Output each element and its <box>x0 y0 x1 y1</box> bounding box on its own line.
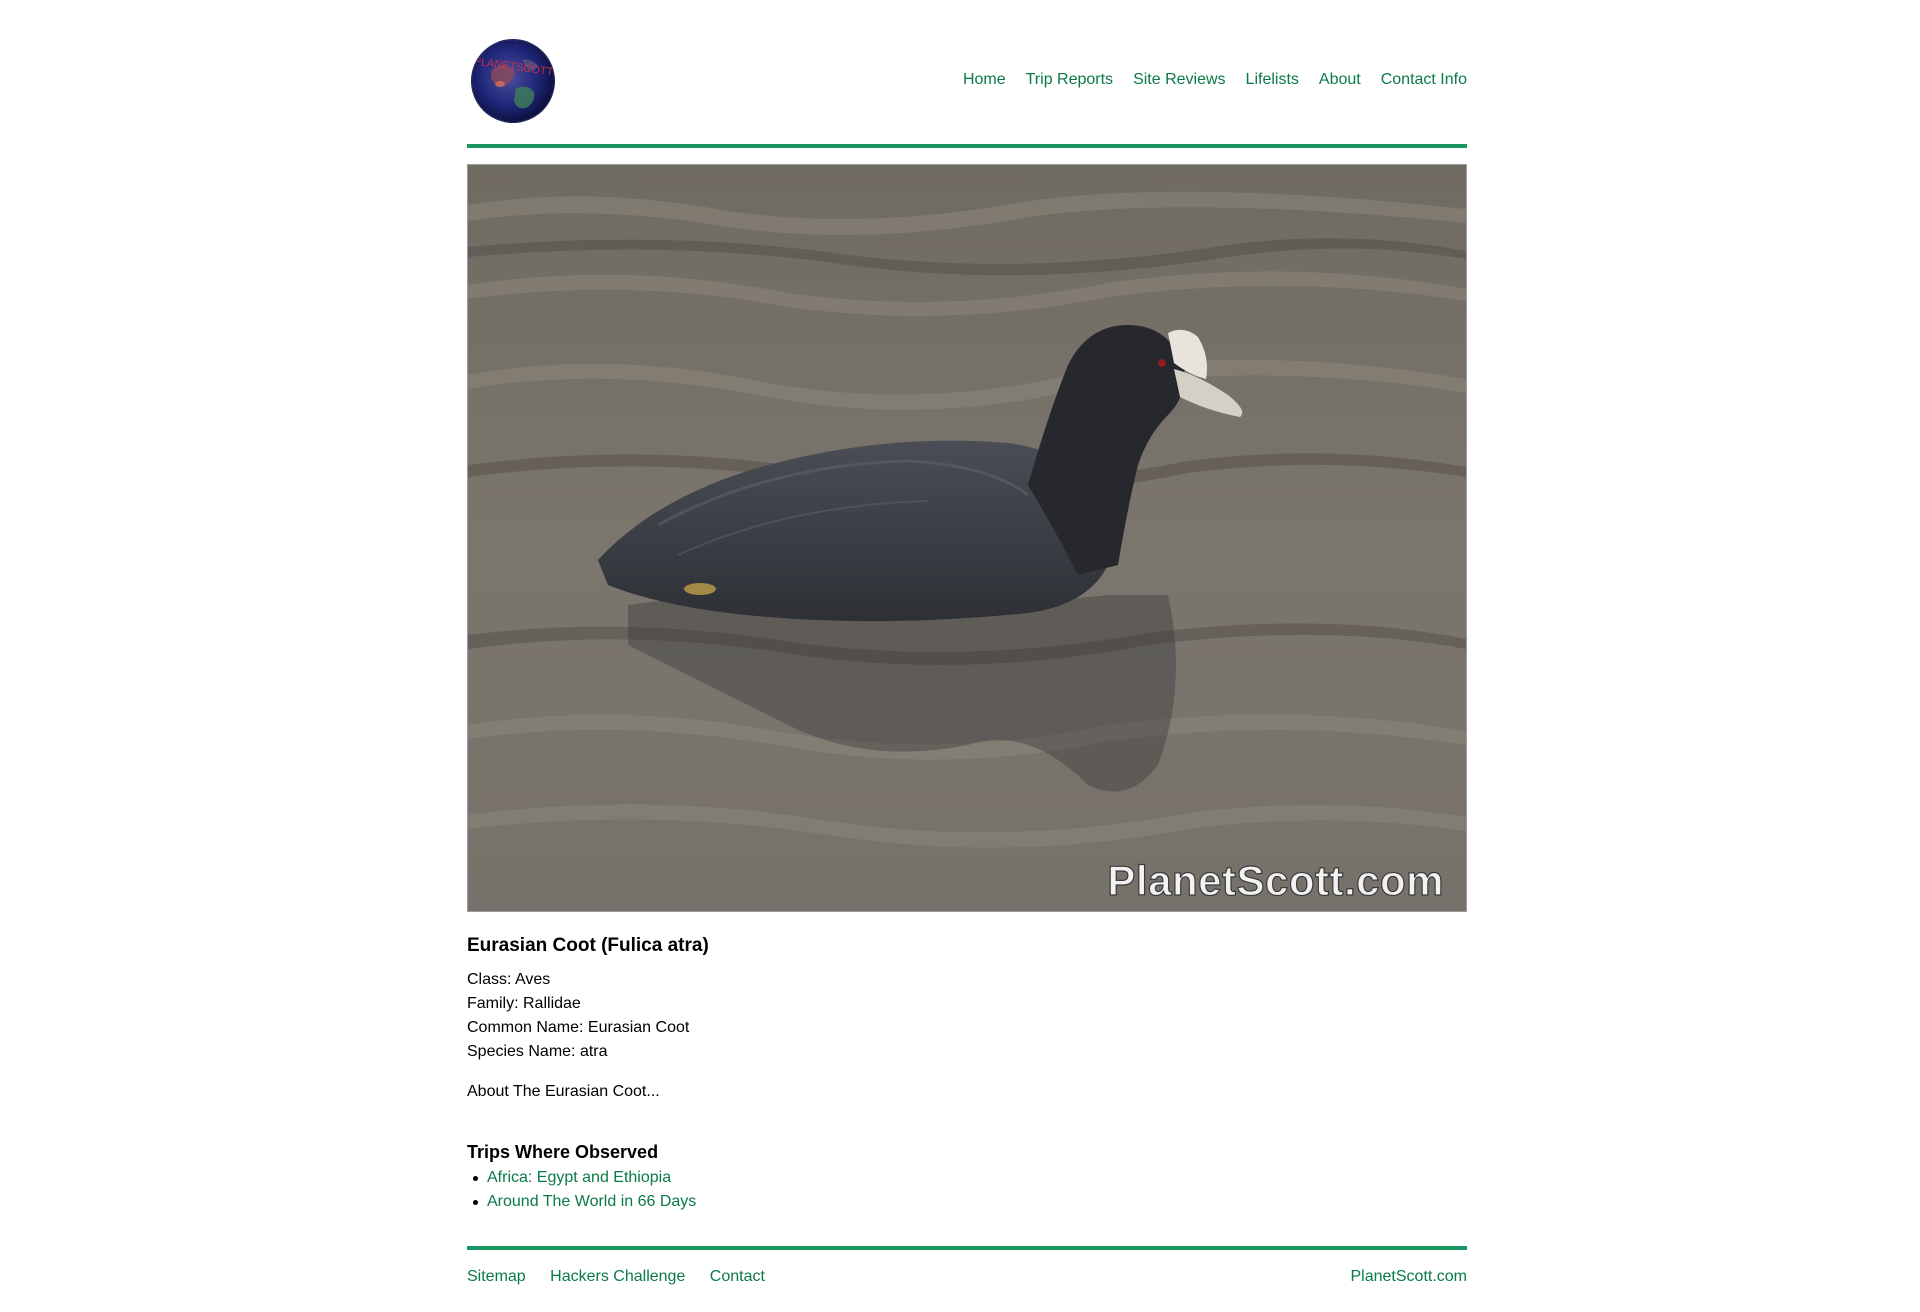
footer-links: Sitemap Hackers Challenge Contact <box>467 1268 785 1286</box>
site-header: PLANETSCOTT Home Trip Reports Site Revie… <box>467 40 1467 144</box>
footer-divider <box>467 1246 1467 1250</box>
trip-item: Africa: Egypt and Ethiopia <box>467 1166 1467 1190</box>
coot-photo-image: PlanetScott.com <box>468 165 1466 911</box>
about-species: About The Eurasian Coot... <box>467 1083 660 1100</box>
species-name-line: Species Name: atra <box>467 1043 608 1060</box>
footer-sitemap[interactable]: Sitemap <box>467 1268 526 1285</box>
trips-heading: Trips Where Observed <box>467 1142 659 1162</box>
nav-about[interactable]: About <box>1319 70 1361 90</box>
footer-site-link[interactable]: PlanetScott.com <box>1351 1268 1468 1286</box>
footer-hackers-challenge[interactable]: Hackers Challenge <box>550 1268 685 1285</box>
header-divider <box>467 144 1467 148</box>
nav-lifelists[interactable]: Lifelists <box>1246 70 1299 90</box>
main-nav: Home Trip Reports Site Reviews Lifelists… <box>943 70 1467 90</box>
class-line: Class: Aves <box>467 971 551 988</box>
footer-contact[interactable]: Contact <box>710 1268 765 1285</box>
nav-site-reviews[interactable]: Site Reviews <box>1133 70 1225 90</box>
trips-list: Africa: Egypt and Ethiopia Around The Wo… <box>467 1166 1467 1214</box>
site-logo[interactable]: PLANETSCOTT <box>472 40 554 122</box>
common-name-line: Common Name: Eurasian Coot <box>467 1019 690 1036</box>
trip-link-around-the-world[interactable]: Around The World in 66 Days <box>487 1193 696 1210</box>
species-title: Eurasian Coot (Fulica atra) <box>467 935 709 956</box>
site-footer: Sitemap Hackers Challenge Contact Planet… <box>467 1268 1467 1308</box>
globe-logo-icon: PLANETSCOTT <box>472 40 554 122</box>
photo-watermark: PlanetScott.com <box>1107 857 1444 904</box>
trip-item: Around The World in 66 Days <box>467 1190 1467 1214</box>
bullet-icon <box>473 1176 478 1181</box>
nav-home[interactable]: Home <box>963 70 1006 90</box>
nav-trip-reports[interactable]: Trip Reports <box>1026 70 1113 90</box>
species-photo: PlanetScott.com <box>467 164 1467 912</box>
bullet-icon <box>473 1200 478 1205</box>
page: PLANETSCOTT Home Trip Reports Site Revie… <box>467 0 1467 1308</box>
nav-contact-info[interactable]: Contact Info <box>1381 70 1467 90</box>
family-line: Family: Rallidae <box>467 995 581 1012</box>
trip-link-africa[interactable]: Africa: Egypt and Ethiopia <box>487 1169 671 1186</box>
species-facts: Class: Aves Family: Rallidae Common Name… <box>467 968 1467 1064</box>
